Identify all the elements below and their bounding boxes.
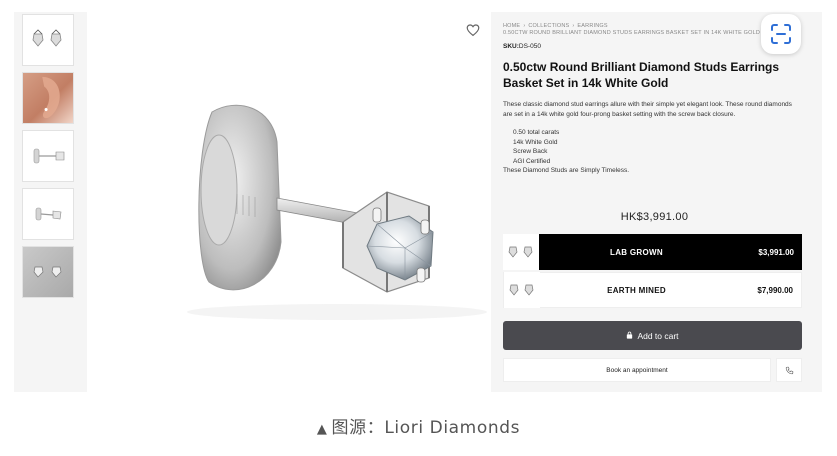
option-thumbnail — [504, 272, 540, 308]
product-description: These classic diamond stud earrings allu… — [503, 101, 792, 118]
feature-list: 0.50 total carats 14k White Gold Screw B… — [503, 128, 806, 166]
ear-image — [42, 76, 60, 119]
option-label: LAB GROWN — [610, 247, 663, 257]
product-details-panel: HOME › COLLECTIONS › EARRINGS 0.50CTW ROUND … — [503, 12, 806, 392]
option-label: EARTH MINED — [607, 285, 666, 295]
feature-item: 0.50 total carats — [513, 129, 560, 136]
side-view-image — [33, 148, 65, 164]
thumbnail-side-view-small[interactable] — [22, 188, 74, 240]
feature-item: Screw Back — [513, 148, 548, 155]
breadcrumb-home[interactable]: HOME — [503, 23, 520, 29]
heart-icon[interactable] — [465, 22, 481, 38]
book-appointment-label: Book an appointment — [606, 366, 668, 374]
option-earth-mined[interactable]: EARTH MINED $7,990.00 — [503, 272, 802, 308]
add-to-cart-label: Add to cart — [637, 330, 679, 341]
feature-item: AGI Certified — [513, 157, 551, 165]
scan-button[interactable] — [761, 14, 801, 54]
book-appointment-button[interactable]: Book an appointment — [503, 358, 771, 382]
sku-label: SKU: — [503, 43, 519, 50]
caption-text: 图源：Liori Diamonds — [331, 418, 521, 438]
breadcrumb-collections[interactable]: COLLECTIONS — [528, 23, 569, 29]
option-price: $3,991.00 — [758, 247, 794, 257]
stud-pair-grey-image — [33, 266, 62, 278]
thumbnail-ear-model[interactable] — [22, 72, 74, 124]
diamond-stud-photo — [187, 104, 487, 320]
stud-pair-image — [32, 29, 62, 47]
thumbnail-strip — [22, 14, 76, 298]
phone-button[interactable] — [776, 358, 802, 382]
image-caption: ▲ 图源：Liori Diamonds — [0, 413, 837, 438]
phone-icon — [785, 366, 793, 374]
product-page: HOME › COLLECTIONS › EARRINGS 0.50CTW ROUND … — [14, 12, 822, 392]
sku-value: DS-050 — [518, 43, 541, 50]
caption-marker: ▲ — [316, 422, 328, 437]
feature-item: 14k White Gold — [513, 138, 558, 146]
product-tagline: These Diamond Studs are Simply Timeless. — [503, 167, 630, 174]
product-price: HK$3,991.00 — [620, 211, 689, 223]
main-product-image — [87, 12, 491, 392]
add-to-cart-button[interactable]: Add to cart — [503, 321, 802, 350]
side-view-small-image — [35, 207, 62, 221]
thumbnail-side-view[interactable] — [22, 130, 74, 182]
lock-icon — [626, 331, 633, 341]
option-lab-grown[interactable]: LAB GROWN $3,991.00 — [503, 234, 802, 270]
breadcrumb-earrings[interactable]: EARRINGS — [577, 23, 607, 29]
thumbnail-studs-pair[interactable] — [22, 14, 74, 66]
thumbnail-grey-background[interactable] — [22, 246, 74, 298]
option-price: $7,990.00 — [757, 285, 793, 295]
scan-icon — [771, 24, 791, 44]
product-title: 0.50ctw Round Brilliant Diamond Studs Ea… — [503, 60, 780, 90]
option-thumbnail — [503, 234, 539, 270]
